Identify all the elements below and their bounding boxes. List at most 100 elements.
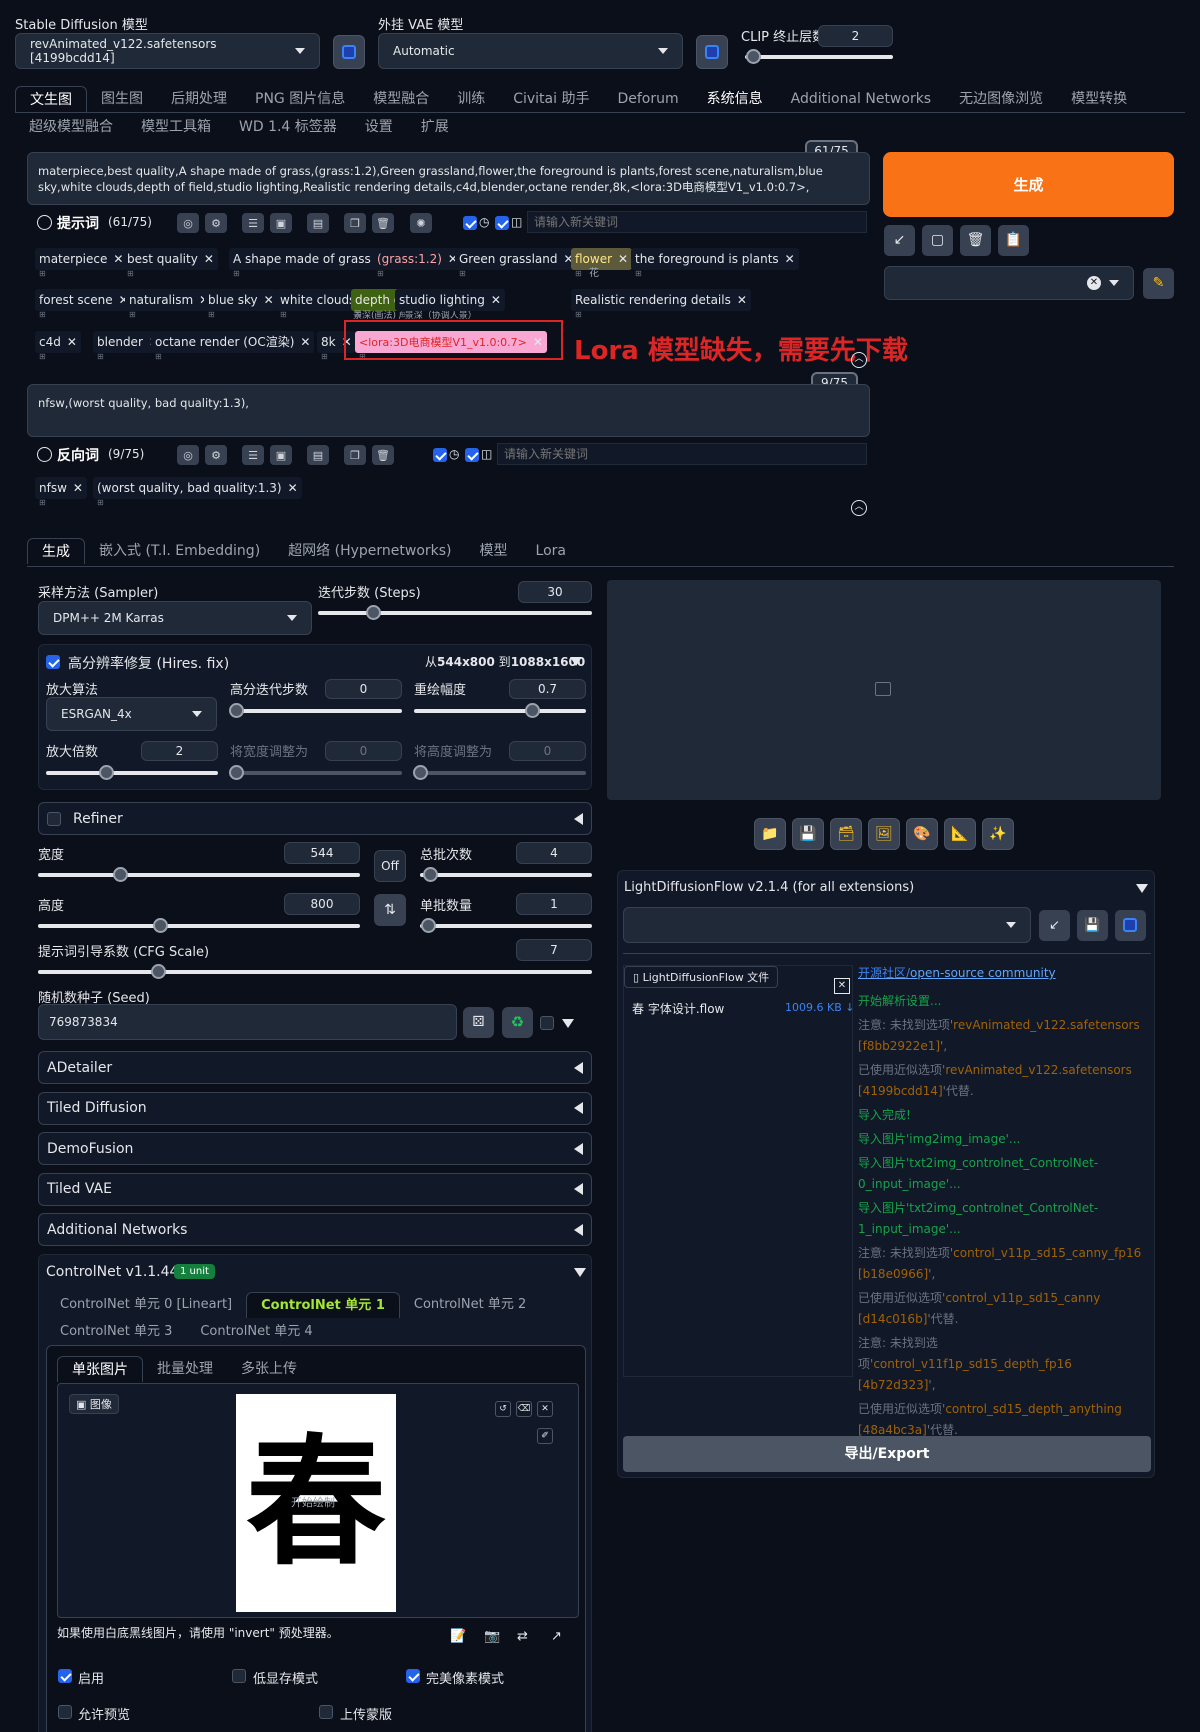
slider-thumb[interactable] — [423, 867, 438, 882]
controlnet-unit-tab-2[interactable]: ControlNet 单元 2 — [400, 1292, 540, 1318]
translate-icon[interactable]: ▤ — [307, 445, 329, 465]
brush-icon[interactable]: ✐ — [537, 1428, 553, 1444]
history-icon[interactable]: ☰ — [242, 445, 264, 465]
close-icon[interactable]: ✕ — [300, 335, 310, 349]
token-translate-icon[interactable]: ⊞ — [129, 310, 136, 320]
resize-height-input[interactable]: 0 — [509, 741, 586, 761]
vae-dropdown[interactable]: Automatic — [378, 33, 683, 69]
bookmark-icon[interactable]: ▣ — [270, 445, 292, 465]
main-tab-2[interactable]: 后期处理 — [157, 86, 241, 112]
sd-model-dropdown[interactable]: revAnimated_v122.safetensors [4199bcdd14… — [15, 33, 320, 69]
batch-count-slider[interactable] — [420, 867, 592, 882]
copy-icon[interactable]: ❐ — [344, 213, 366, 233]
trash-icon[interactable]: 🗑 — [960, 225, 991, 256]
main-tab-7[interactable]: Deforum — [603, 86, 692, 112]
main-tab-4[interactable]: 模型融合 — [359, 86, 443, 112]
output-gallery[interactable] — [607, 580, 1161, 800]
prompt-token[interactable]: best quality ✕ ⊞ — [123, 248, 218, 278]
community-link[interactable]: 开源社区/open-source community — [858, 964, 1150, 981]
clip-skip-slider[interactable] — [745, 49, 893, 64]
sub-tab-4[interactable]: Lora — [522, 538, 580, 564]
slider-thumb[interactable] — [229, 765, 244, 780]
close-icon[interactable]: ✕ — [204, 252, 214, 266]
recycle-icon[interactable]: ♻ — [502, 1007, 533, 1038]
sparkle-icon[interactable]: ✨ — [982, 818, 1014, 850]
arrow-down-left-icon[interactable]: ↙ — [884, 225, 915, 256]
main-tab-0[interactable]: 文生图 — [15, 86, 87, 112]
image-mode-tab-1[interactable]: 批量处理 — [143, 1356, 227, 1382]
steps-slider[interactable] — [318, 605, 592, 620]
prompt-token[interactable]: Green grassland ✕ ⊞ — [455, 248, 578, 278]
accordion-adetailer[interactable]: ADetailer — [38, 1051, 592, 1084]
token-translate-icon[interactable]: ⊞ — [97, 498, 104, 508]
chevron-up-icon[interactable]: ︿ — [851, 352, 867, 368]
slider-thumb[interactable] — [365, 605, 381, 620]
refresh-sd-model-button[interactable] — [333, 35, 365, 69]
main-tab-3[interactable]: PNG 图片信息 — [241, 86, 359, 112]
sub-tab-3[interactable]: 模型 — [466, 538, 522, 564]
generate-button[interactable]: 生成 — [883, 152, 1174, 217]
width-slider[interactable] — [38, 867, 360, 882]
toggle-a-checkbox[interactable] — [433, 448, 447, 462]
undo-icon[interactable]: ↺ — [495, 1401, 511, 1417]
arrow-down-left-icon[interactable]: ↙ — [1039, 910, 1070, 941]
hires-steps-input[interactable]: 0 — [325, 679, 402, 699]
ldf-file-area[interactable]: ▯ LightDiffusionFlow 文件 ✕ 春 字体设计.flow 10… — [623, 965, 854, 1377]
ldf-file-size[interactable]: 1009.6 KB ↓ — [785, 1001, 854, 1014]
pencil-icon[interactable]: ✎ — [1143, 268, 1174, 299]
main-tab-row2-1[interactable]: 模型工具箱 — [127, 114, 225, 140]
toggle-b-checkbox[interactable] — [465, 448, 479, 462]
image-upload-area[interactable]: ▣ 图像 春 开始绘制 ↺ ⌫ ✕ ✐ — [57, 1383, 579, 1618]
close-icon[interactable]: ✕ — [491, 293, 501, 307]
accordion-additional-networks[interactable]: Additional Networks — [38, 1213, 592, 1246]
token-translate-icon[interactable]: ⊞ — [399, 310, 406, 320]
cfg-input[interactable]: 7 — [516, 939, 592, 961]
refresh-vae-button[interactable] — [696, 35, 728, 69]
token-translate-icon[interactable]: ⊞ — [321, 352, 328, 362]
collapse-icon[interactable] — [37, 215, 52, 230]
main-tab-row2-3[interactable]: 设置 — [351, 114, 407, 140]
main-tab-row2-2[interactable]: WD 1.4 标签器 — [225, 114, 351, 140]
prompt-token[interactable]: (grass:1.2) ✕ ⊞ — [373, 248, 462, 278]
close-icon[interactable]: ✕ — [737, 293, 747, 307]
prompt-token[interactable]: c4d ✕ ⊞ — [35, 331, 81, 361]
save-icon[interactable]: 💾 — [1077, 910, 1108, 941]
zip-icon[interactable]: 🗃 — [830, 818, 862, 850]
prompt-token[interactable]: Realistic rendering details ✕ ⊞ — [571, 289, 751, 319]
main-tab-row2-4[interactable]: 扩展 — [407, 114, 463, 140]
negative-keyword-input[interactable] — [497, 443, 867, 465]
chevron-down-icon[interactable] — [562, 1019, 574, 1028]
token-translate-icon[interactable]: ⊞ — [97, 352, 104, 362]
picture-icon[interactable]: 🖼 — [868, 818, 900, 850]
prompt-token[interactable]: the foreground is plants ✕ ⊞ — [631, 248, 799, 278]
translate-icon[interactable]: ▤ — [307, 213, 329, 233]
eraser-icon[interactable]: ⌫ — [516, 1401, 532, 1417]
chevron-down-icon[interactable] — [1136, 884, 1148, 893]
height-slider[interactable] — [38, 918, 360, 933]
gear-icon[interactable]: ⚙ — [205, 213, 227, 233]
image-mode-tab-0[interactable]: 单张图片 — [57, 1356, 143, 1382]
lowvram-checkbox[interactable] — [232, 1669, 246, 1683]
history-icon[interactable]: ☰ — [242, 213, 264, 233]
slider-thumb[interactable] — [229, 703, 244, 718]
bookmark-icon[interactable]: ▣ — [270, 213, 292, 233]
slider-thumb[interactable] — [153, 918, 168, 933]
off-button[interactable]: Off — [374, 850, 406, 882]
resize-width-slider[interactable] — [229, 765, 402, 780]
chevron-down-icon[interactable] — [570, 657, 582, 666]
prompt-token[interactable]: studio lighting ✕ ⊞ — [395, 289, 505, 319]
token-translate-icon[interactable]: ⊞ — [575, 269, 582, 279]
height-input[interactable]: 800 — [284, 893, 360, 915]
prompt-token[interactable]: flower ✕ ⊞ 花 — [571, 248, 633, 279]
slider-thumb[interactable] — [746, 49, 761, 64]
close-icon[interactable]: ✕ — [67, 335, 77, 349]
hires-steps-slider[interactable] — [229, 703, 402, 718]
collapse-icon[interactable] — [37, 447, 52, 462]
globe-icon[interactable]: ◎ — [177, 213, 199, 233]
upload-mask-checkbox[interactable] — [319, 1705, 333, 1719]
sub-tab-2[interactable]: 超网络 (Hypernetworks) — [274, 538, 465, 564]
steps-input[interactable]: 30 — [518, 581, 592, 603]
close-icon[interactable]: ✕ — [73, 481, 83, 495]
chevron-up-icon[interactable]: ︿ — [851, 500, 867, 516]
clipboard-icon[interactable]: 📋 — [998, 225, 1029, 256]
